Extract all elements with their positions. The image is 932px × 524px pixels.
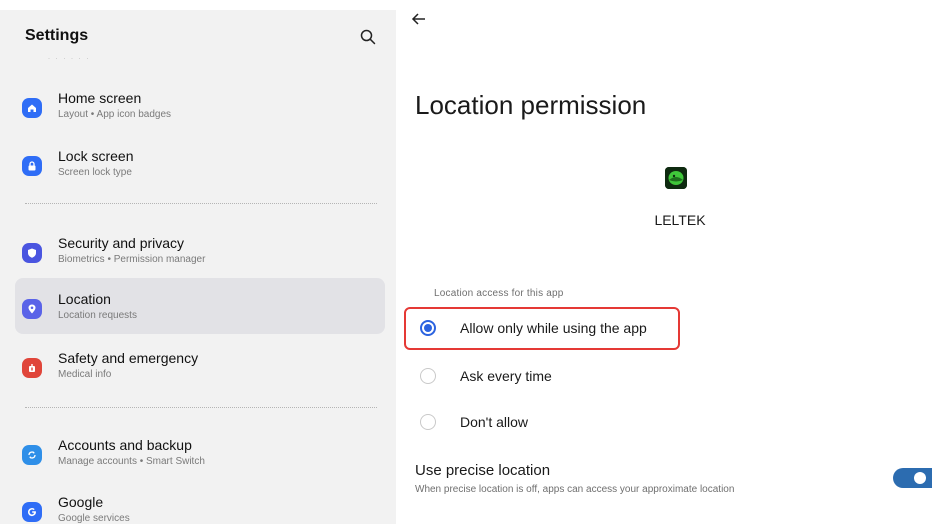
sidebar-item-home-screen[interactable]: Home screen Layout • App icon badges [15, 80, 385, 136]
page-title: Location permission [415, 90, 647, 120]
sidebar-item-subtitle: Layout • App icon badges [58, 109, 172, 120]
sidebar-item-label: Home screen [58, 90, 142, 106]
radio-button[interactable] [420, 368, 436, 384]
app-name: LELTEK [654, 212, 706, 228]
sidebar-item-label: Security and privacy [58, 235, 185, 251]
shield-icon [22, 243, 42, 263]
search-icon[interactable] [358, 27, 378, 47]
sidebar-item-label: Safety and emergency [58, 350, 199, 366]
precise-location-toggle[interactable] [893, 468, 932, 488]
sidebar-item-label: Google [58, 494, 104, 510]
sidebar-item-subtitle: Manage accounts • Smart Switch [58, 456, 205, 467]
option-ask-every-time[interactable]: Ask every time [410, 361, 680, 391]
google-icon [22, 502, 42, 522]
option-label: Ask every time [460, 368, 552, 384]
sidebar-item-google[interactable]: Google Google services [15, 484, 385, 524]
location-pin-icon [22, 299, 42, 319]
sidebar-item-subtitle: Medical info [58, 369, 112, 380]
sidebar-item-location[interactable]: Location Location requests [15, 278, 385, 334]
sidebar-title: Settings [25, 27, 89, 44]
precise-location-title: Use precise location [415, 462, 551, 479]
sidebar-item-subtitle: Biometrics • Permission manager [58, 254, 206, 265]
sidebar-item-lock-screen[interactable]: Lock screen Screen lock type [15, 138, 385, 194]
sidebar-item-label: Location [58, 291, 111, 307]
lock-icon [22, 156, 42, 176]
sidebar-item-label: Accounts and backup [58, 437, 192, 453]
option-dont-allow[interactable]: Don't allow [410, 407, 680, 437]
home-icon [22, 98, 42, 118]
sidebar-item-accounts-backup[interactable]: Accounts and backup Manage accounts • Sm… [15, 427, 385, 483]
sidebar-item-safety-emergency[interactable]: Safety and emergency Medical info [15, 340, 385, 396]
option-allow-while-using[interactable]: Allow only while using the app [410, 313, 680, 343]
sidebar-item-subtitle: Screen lock type [58, 167, 132, 178]
section-divider [25, 407, 377, 408]
back-arrow-icon[interactable] [411, 12, 427, 26]
sidebar-item-label: Lock screen [58, 148, 134, 164]
sidebar-item-subtitle: Location requests [58, 310, 137, 321]
section-divider [25, 203, 377, 204]
emergency-icon [22, 358, 42, 378]
scrolled-text-fragment: · · · · · · [48, 56, 91, 62]
settings-sidebar: Settings · · · · · · Home screen Layout … [0, 10, 396, 524]
sidebar-item-subtitle: Google services [58, 513, 130, 524]
option-label: Don't allow [460, 414, 529, 430]
precise-location-description: When precise location is off, apps can a… [415, 484, 735, 495]
sidebar-item-security-privacy[interactable]: Security and privacy Biometrics • Permis… [15, 225, 385, 281]
toggle-knob [914, 472, 926, 484]
option-label: Allow only while using the app [460, 320, 647, 336]
sync-icon [22, 445, 42, 465]
radio-button-selected[interactable] [420, 320, 436, 336]
section-label: Location access for this app [434, 288, 564, 299]
sidebar-header: Settings [25, 27, 380, 51]
app-icon [665, 167, 687, 189]
radio-button[interactable] [420, 414, 436, 430]
